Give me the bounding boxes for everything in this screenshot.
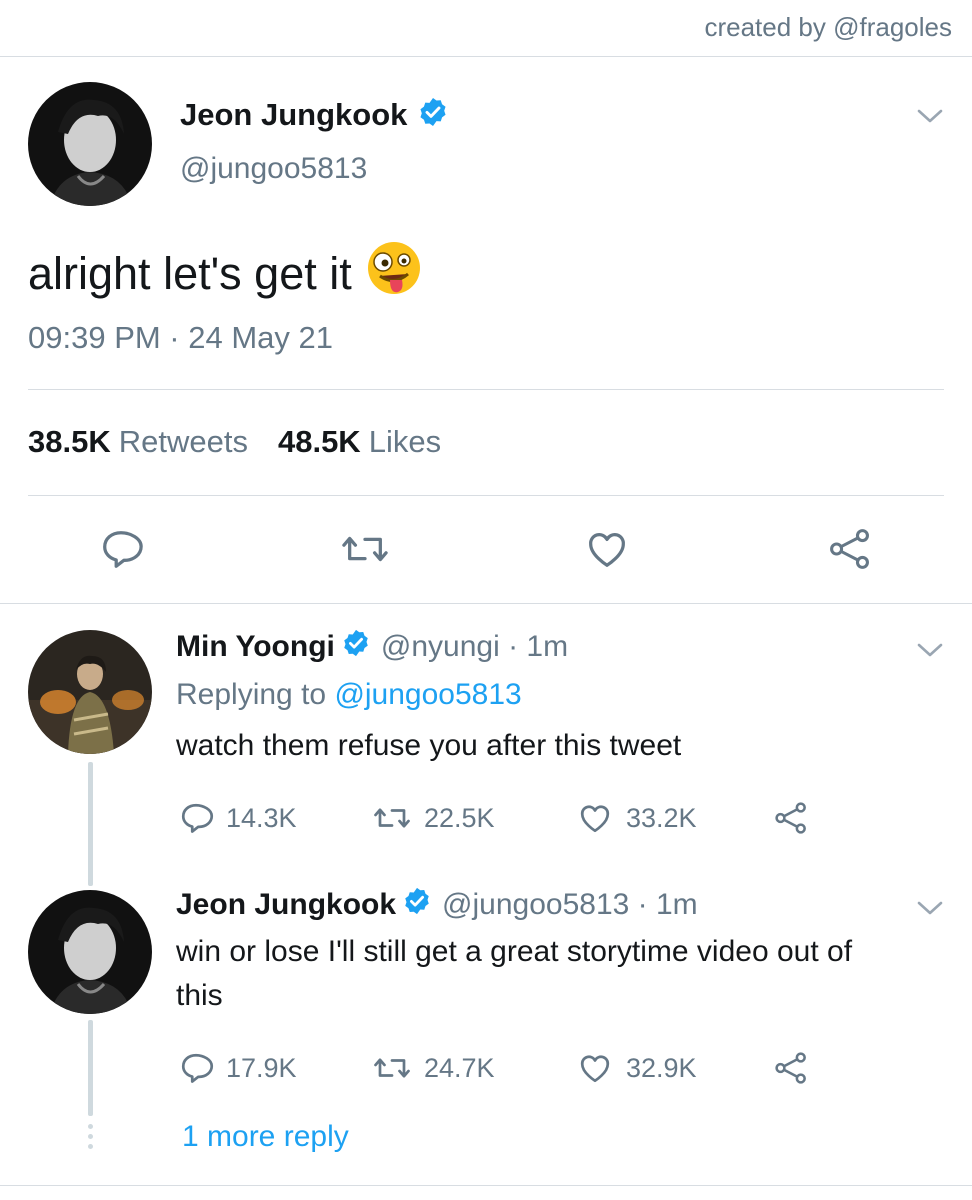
avatar[interactable]	[28, 82, 152, 206]
top-divider	[0, 56, 972, 57]
reply-icon	[181, 1053, 214, 1083]
reply-button[interactable]	[98, 526, 144, 577]
reply-count: 14.3K	[226, 802, 297, 833]
like-button[interactable]: 32.9K	[576, 1050, 697, 1086]
reply-text: watch them refuse you after this tweet	[176, 729, 682, 762]
replying-mention-link[interactable]: @jungoo5813	[334, 678, 521, 711]
share-icon	[830, 529, 869, 569]
author-handle[interactable]: @jungoo5813	[180, 152, 367, 186]
like-button[interactable]	[584, 526, 630, 577]
divider	[28, 389, 944, 390]
avatar-photo	[28, 82, 152, 206]
divider	[0, 1185, 972, 1186]
reply-icon	[181, 803, 214, 833]
retweet-count[interactable]: 38.5K	[28, 424, 111, 460]
reply-author-handle[interactable]: @nyungi · 1m	[381, 630, 568, 664]
share-icon	[775, 802, 806, 834]
likes-label[interactable]: Likes	[369, 424, 441, 460]
zany-face-emoji-icon	[366, 240, 422, 307]
verified-badge-icon	[417, 96, 449, 133]
thread-line	[88, 1020, 93, 1116]
reply-button[interactable]: 14.3K	[178, 800, 297, 836]
divider	[0, 603, 972, 604]
chevron-down-icon[interactable]	[916, 106, 944, 126]
tweet-text: alright let's get it	[28, 247, 352, 299]
retweet-button[interactable]: 22.5K	[372, 800, 495, 836]
chevron-down-icon[interactable]	[916, 898, 944, 918]
more-dots-icon	[88, 1124, 93, 1154]
tweet-timestamp[interactable]: 09:39 PM · 24 May 21	[28, 320, 333, 356]
reply-button[interactable]: 17.9K	[178, 1050, 297, 1086]
share-button[interactable]	[772, 800, 810, 836]
avatar-photo	[28, 630, 152, 754]
heart-icon	[589, 533, 625, 567]
like-button[interactable]: 33.2K	[576, 800, 697, 836]
more-replies-link[interactable]: 1 more reply	[182, 1120, 349, 1154]
tweet-body: alright let's get it	[28, 240, 422, 307]
retweet-button[interactable]	[340, 526, 390, 577]
retweet-count: 22.5K	[424, 802, 495, 833]
reply-text: win or lose I'll still get a great story…	[176, 935, 853, 1012]
tweet-stats: 38.5K Retweets 48.5K Likes	[28, 424, 441, 460]
avatar-photo	[28, 890, 152, 1014]
share-button[interactable]	[826, 526, 874, 577]
avatar[interactable]	[28, 890, 152, 1014]
retweet-button[interactable]: 24.7K	[372, 1050, 495, 1086]
share-icon	[775, 1052, 806, 1084]
verified-badge-icon	[341, 628, 371, 666]
retweet-icon	[374, 808, 410, 828]
reply-icon	[103, 531, 143, 568]
share-button[interactable]	[772, 1050, 810, 1086]
chevron-down-icon[interactable]	[916, 640, 944, 660]
replying-prefix: Replying to	[176, 678, 327, 711]
like-count: 32.9K	[626, 1052, 697, 1083]
replying-to: Replying to @jungoo5813	[176, 678, 522, 712]
divider	[28, 495, 944, 496]
heart-icon	[580, 805, 610, 833]
retweet-icon	[374, 1058, 410, 1078]
like-count: 33.2K	[626, 802, 697, 833]
reply-author-handle[interactable]: @jungoo5813 · 1m	[442, 888, 698, 922]
verified-badge-icon	[402, 886, 432, 924]
like-count[interactable]: 48.5K	[278, 424, 361, 460]
retweet-icon	[342, 536, 388, 562]
reply-count: 17.9K	[226, 1052, 297, 1083]
heart-icon	[580, 1055, 610, 1083]
avatar[interactable]	[28, 630, 152, 754]
credit-text: created by @fragoles	[704, 12, 952, 42]
reply-author-name[interactable]: Min Yoongi	[176, 630, 335, 664]
thread-line	[88, 762, 93, 886]
retweets-label[interactable]: Retweets	[119, 424, 248, 460]
author-name[interactable]: Jeon Jungkook	[180, 97, 407, 133]
reply-author-name[interactable]: Jeon Jungkook	[176, 888, 396, 922]
retweet-count: 24.7K	[424, 1052, 495, 1083]
